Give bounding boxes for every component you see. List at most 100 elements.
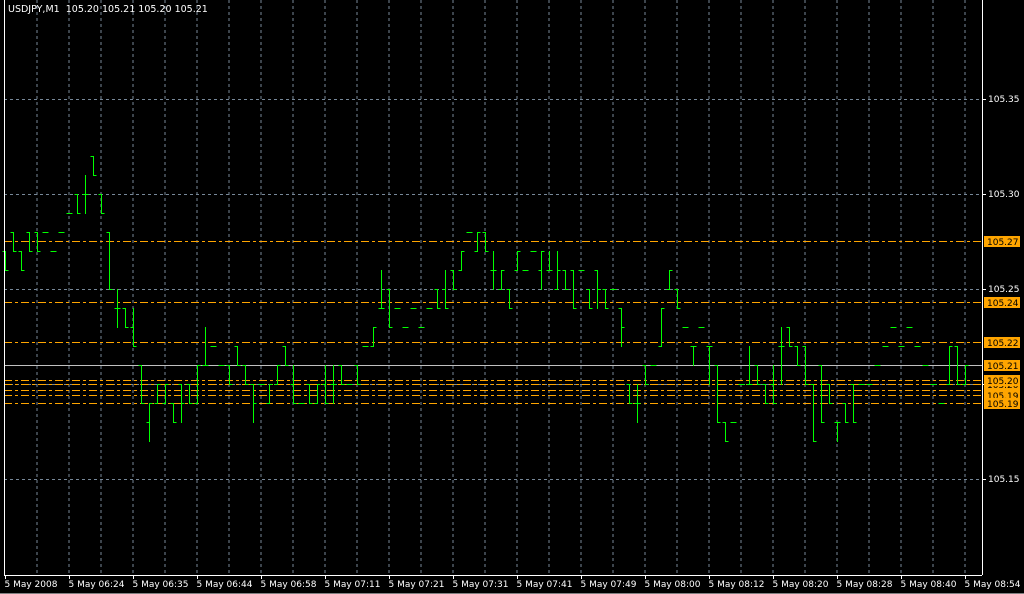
open-value: 105.20	[65, 4, 99, 15]
ohlc-bar	[18, 251, 25, 271]
ohlc-bar	[162, 384, 169, 404]
ohlc-bar	[794, 346, 801, 366]
ohlc-bar	[810, 384, 817, 442]
ohlc-bar	[242, 365, 249, 385]
close-value: 105.21	[174, 4, 208, 15]
ohlc-bar	[250, 384, 257, 423]
level-label: 105.21	[987, 362, 1019, 372]
ohlc-bar	[354, 365, 361, 385]
ohlc-bar	[122, 308, 129, 328]
time-label: 5 May 08:54	[965, 580, 1021, 590]
ohlc-bar	[130, 308, 137, 347]
ohlc-bar	[818, 365, 825, 423]
ohlc-bar	[154, 384, 161, 404]
price-label: 105.30	[988, 190, 1020, 200]
ohlc-bar	[2, 251, 9, 271]
ohlc-bar	[90, 156, 97, 176]
time-label: 5 May 06:58	[261, 580, 317, 590]
ohlc-bar	[714, 365, 721, 423]
ohlc-bar	[226, 365, 233, 385]
time-label: 5 May 07:31	[453, 580, 509, 590]
time-label: 5 May 07:11	[325, 580, 381, 590]
time-label: 5 May 07:49	[581, 580, 637, 590]
ohlc-bar	[722, 422, 729, 442]
ohlc-bar	[98, 194, 105, 214]
ohlc-bar	[370, 327, 377, 347]
ohlc-bar	[586, 289, 593, 309]
ohlc-bar	[826, 384, 833, 404]
time-label: 5 May 07:41	[517, 580, 573, 590]
level-label: 105.19	[987, 400, 1019, 410]
ohlc-bar	[450, 270, 457, 290]
ohlc-bar	[146, 403, 153, 442]
level-label: 105.20	[987, 377, 1019, 387]
ohlc-bar	[602, 289, 609, 309]
low-value: 105.20	[138, 4, 172, 15]
time-label: 5 May 08:28	[837, 580, 893, 590]
ohlc-bar	[506, 289, 513, 309]
ohlc-bar	[266, 384, 273, 404]
axes: 105.35 105.30 105.25 105.15 105.27 105.24 105.…	[0, 0, 1024, 594]
ohlc-bar	[234, 346, 241, 366]
ohlc-bar	[642, 365, 649, 385]
ohlc-bar	[202, 327, 209, 366]
price-label: 105.25	[988, 285, 1020, 295]
ohlc-bar	[626, 384, 633, 404]
level-label: 105.22	[987, 339, 1019, 349]
ohlc-bar	[314, 384, 321, 404]
ohlc-bar	[442, 270, 449, 309]
level-label: 105.27	[987, 238, 1019, 248]
time-label: 5 May 08:20	[773, 580, 829, 590]
level-label: 105.24	[987, 299, 1019, 309]
ohlc-bar	[434, 289, 441, 309]
time-label: 5 May 06:35	[133, 580, 189, 590]
ohlc-bar	[786, 327, 793, 347]
time-label: 5 May 07:21	[389, 580, 445, 590]
ohlc-bar	[690, 346, 697, 366]
ohlc-bar	[546, 251, 553, 271]
high-value: 105.21	[102, 4, 136, 15]
ohlc-bar	[538, 251, 545, 290]
ohlc-bar	[666, 270, 673, 290]
ohlc-bar	[114, 289, 121, 328]
ohlc-bar	[106, 232, 113, 290]
ohlc-bar	[962, 365, 969, 385]
time-label: 5 May 08:12	[709, 580, 765, 590]
time-label: 5 May 08:40	[901, 580, 957, 590]
ohlc-bar	[386, 289, 393, 328]
ohlc-bar	[618, 308, 625, 347]
ohlc-bar	[834, 422, 841, 442]
ohlc-bar	[562, 270, 569, 290]
time-label: 5 May 08:00	[645, 580, 701, 590]
ohlc-bar	[514, 251, 521, 271]
ohlc-bar	[170, 403, 177, 423]
price-label: 105.15	[988, 475, 1020, 485]
symbol-label: USDJPY,M1	[8, 4, 60, 15]
ohlc-bar	[674, 289, 681, 309]
ohlc-bar	[74, 194, 81, 214]
time-label: 5 May 06:24	[69, 580, 125, 590]
price-label: 105.35	[988, 95, 1020, 105]
ohlc-bar	[330, 365, 337, 404]
ohlc-bar	[490, 251, 497, 290]
ohlc-bar	[82, 175, 89, 214]
ohlc-bar	[458, 251, 465, 271]
ohlc-bar	[778, 327, 785, 385]
ohlc-bar	[554, 251, 561, 290]
price-chart[interactable]: 105.35 105.30 105.25 105.15 105.27 105.24 105.…	[0, 0, 1024, 594]
ohlc-bar	[274, 365, 281, 385]
ohlc-bar	[658, 308, 665, 347]
ohlc-bar	[186, 384, 193, 404]
chart-title: USDJPY,M1 105.20 105.21 105.20 105.21	[8, 4, 208, 15]
ohlc-bar	[306, 384, 313, 404]
ohlc-bar	[634, 384, 641, 423]
ohlc-bar	[338, 365, 345, 385]
ohlc-bar	[754, 365, 761, 385]
ohlc-bar	[594, 270, 601, 309]
time-label: 5 May 06:44	[197, 580, 253, 590]
ohlc-bar	[842, 403, 849, 423]
ohlc-bar	[498, 270, 505, 290]
ohlc-bar	[282, 346, 289, 366]
time-label: 5 May 2008	[5, 580, 58, 590]
ohlc-bar	[762, 384, 769, 404]
